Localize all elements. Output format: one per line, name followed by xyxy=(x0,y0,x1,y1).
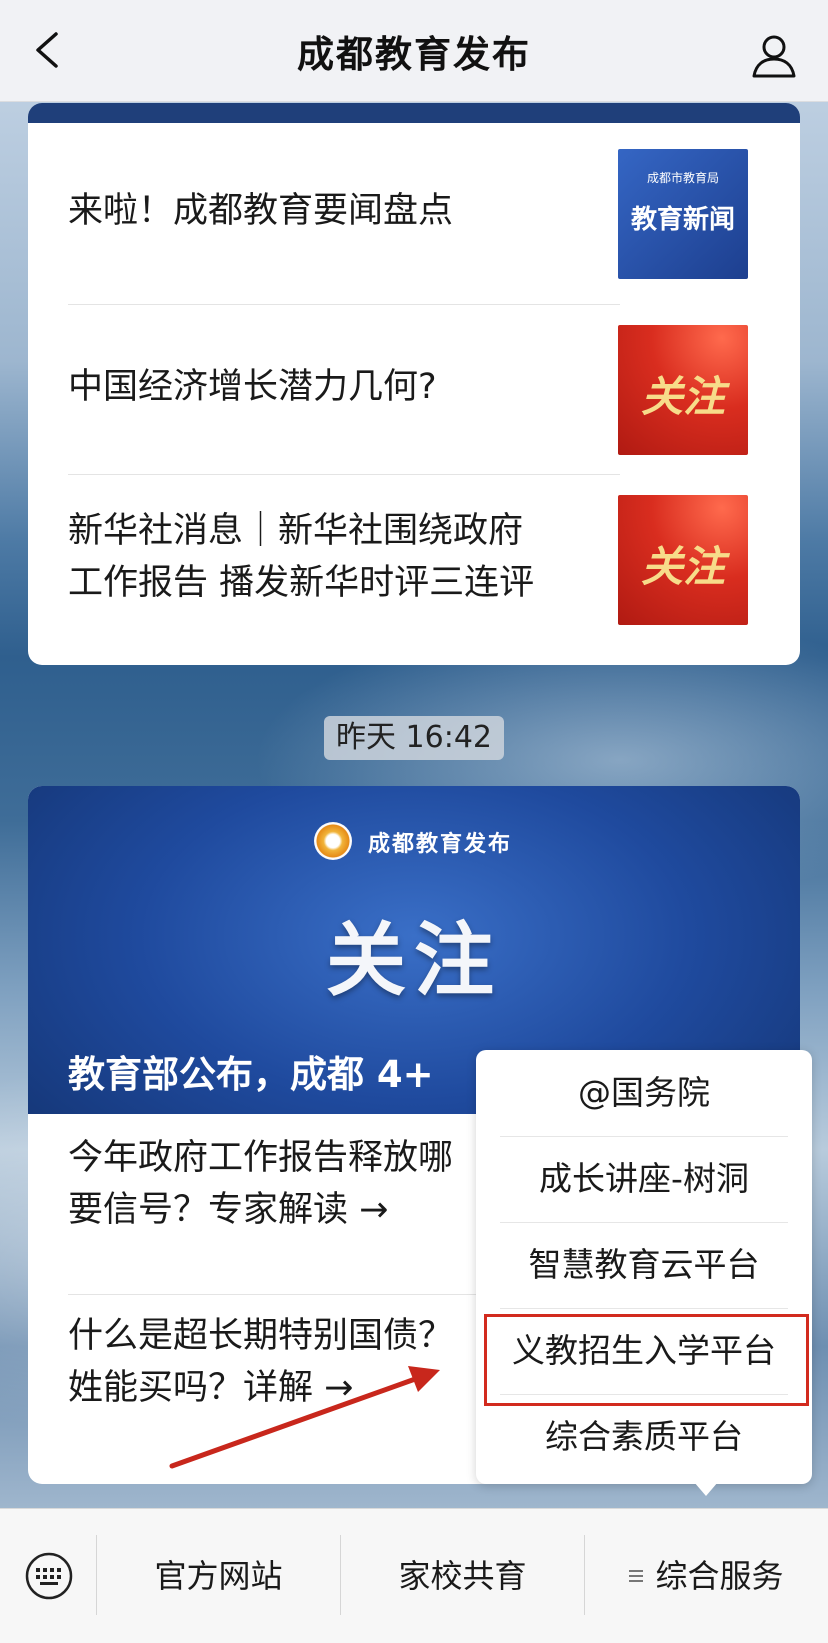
banner-brand: 成都教育发布 xyxy=(368,832,513,857)
page-title: 成都教育发布 xyxy=(297,32,531,76)
banner-headline: 关注 xyxy=(326,914,502,1007)
bottom-menu-bar: 官方网站 家校共育 综合服务 xyxy=(0,1508,828,1643)
article-title: 中国经济增长潜力几何? xyxy=(68,367,437,407)
menu-item[interactable]: 智慧教育云平台 xyxy=(476,1222,812,1308)
article-title: 来啦！成都教育要闻盘点 xyxy=(68,191,454,231)
tab-services-label: 综合服务 xyxy=(655,1557,784,1595)
brand-logo-icon xyxy=(314,822,352,860)
article-title-line: 工作报告 播发新华时评三连评 xyxy=(68,563,535,603)
service-popup-menu: @国务院 成长讲座-树洞 智慧教育云平台 义教招生入学平台 综合素质平台 xyxy=(476,1050,812,1484)
article-thumbnail: 关注 xyxy=(618,325,748,455)
divider xyxy=(68,474,620,475)
thumb-caption: 成都市教育局 xyxy=(646,171,719,185)
tab-home-school[interactable]: 家校共育 xyxy=(341,1509,584,1643)
thumb-title: 关注 xyxy=(640,372,725,421)
banner-caption: 教育部公布，成都 4+ xyxy=(68,1053,434,1096)
tab-services[interactable]: 综合服务 xyxy=(585,1509,828,1643)
popup-pointer xyxy=(694,1482,718,1496)
article-item[interactable]: 新华社消息｜新华社围绕政府 工作报告 播发新华时评三连评 关注 xyxy=(68,495,748,625)
tab-official-website[interactable]: 官方网站 xyxy=(97,1509,340,1643)
article-item[interactable]: 来啦！成都教育要闻盘点 成都市教育局 教育新闻 xyxy=(68,149,748,279)
thumb-title: 教育新闻 xyxy=(630,205,735,235)
nav-bar: 成都教育发布 xyxy=(0,0,828,102)
menu-icon xyxy=(629,1568,644,1584)
thumb-title: 关注 xyxy=(640,542,725,591)
article-title: 新华社消息｜新华社围绕政府 工作报告 播发新华时评三连评 xyxy=(68,505,578,609)
article-item[interactable]: 中国经济增长潜力几何? 关注 xyxy=(68,325,748,455)
article-title-line: 新华社消息｜新华社围绕政府 xyxy=(68,511,524,551)
message-timestamp: 昨天 16:42 xyxy=(324,716,504,760)
divider xyxy=(68,304,620,305)
menu-item[interactable]: 综合素质平台 xyxy=(476,1394,812,1480)
back-arrow-icon[interactable] xyxy=(30,30,70,70)
menu-item[interactable]: @国务院 xyxy=(476,1050,812,1136)
menu-item[interactable]: 成长讲座-树洞 xyxy=(476,1136,812,1222)
article-card-1: 来啦！成都教育要闻盘点 成都市教育局 教育新闻 中国经济增长潜力几何? 关注 新… xyxy=(28,103,800,665)
highlight-box xyxy=(484,1314,809,1406)
article-thumbnail: 成都市教育局 教育新闻 xyxy=(618,149,748,279)
article-thumbnail: 关注 xyxy=(618,495,748,625)
keyboard-icon[interactable] xyxy=(24,1551,74,1601)
card-top-strip xyxy=(28,103,800,123)
user-icon[interactable] xyxy=(750,32,798,80)
